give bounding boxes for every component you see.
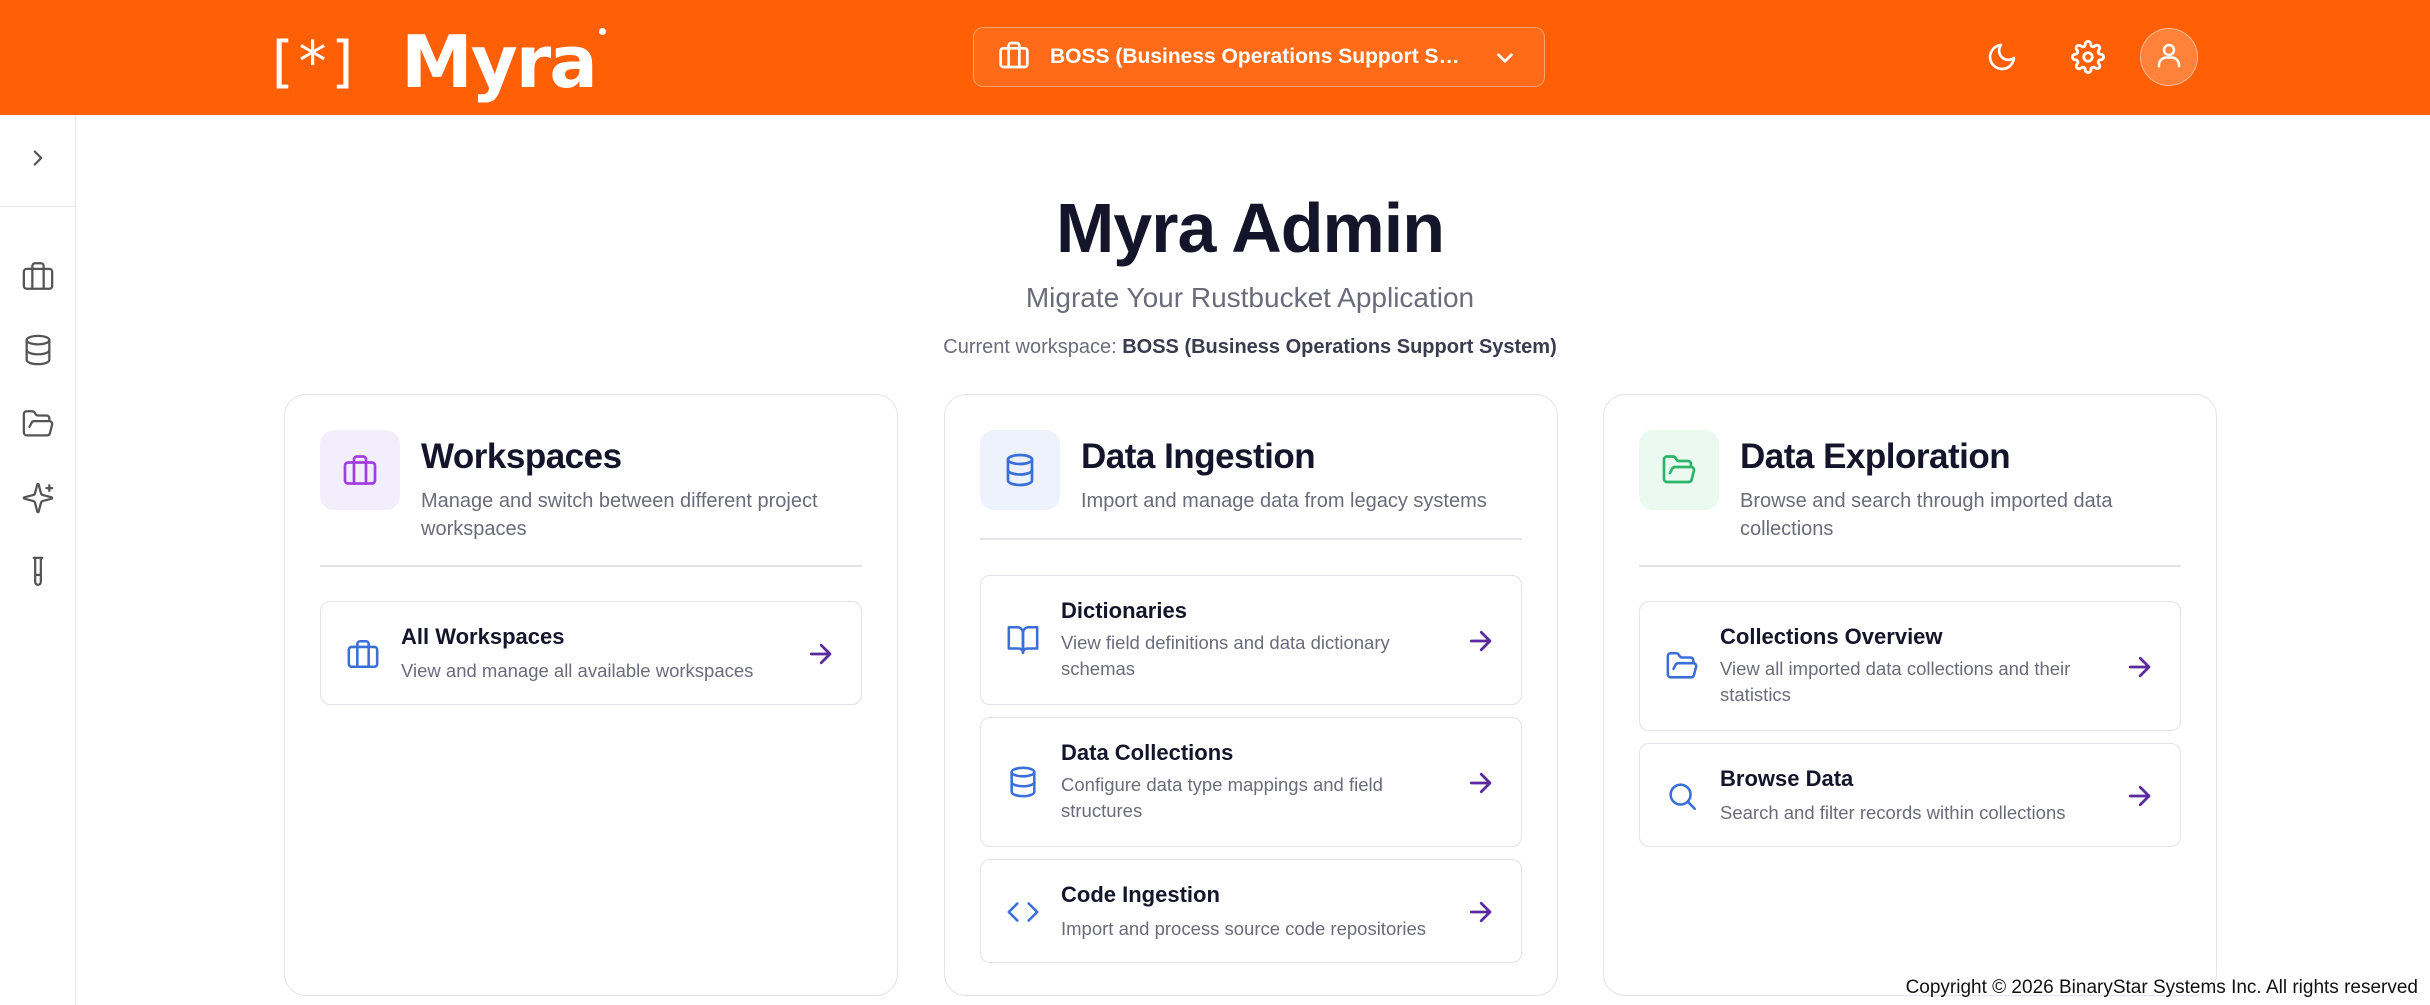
arrow-right-icon (1463, 895, 1497, 929)
briefcase-icon (320, 430, 400, 510)
collections-overview-link[interactable]: Collections Overview View all imported d… (1639, 601, 2181, 731)
data-collections-link[interactable]: Data Collections Configure data type map… (980, 717, 1522, 847)
page-subtitle: Migrate Your Rustbucket Application (1025, 282, 1475, 313)
item-description: Import and process source code repositor… (1061, 918, 1427, 939)
moon-icon[interactable] (1982, 37, 2022, 77)
code-ingestion-link[interactable]: Code Ingestion Import and process source… (980, 859, 1522, 963)
logo-mark: [*] (264, 29, 361, 95)
chevron-right-icon (25, 145, 51, 176)
briefcase-icon (998, 39, 1030, 76)
item-description: Search and filter records within collect… (1720, 802, 2066, 823)
divider (1639, 565, 2181, 567)
browse-data-link[interactable]: Browse Data Search and filter records wi… (1639, 743, 2181, 847)
divider (980, 538, 1522, 540)
book-open-icon (1003, 620, 1043, 660)
dictionaries-link[interactable]: Dictionaries View field definitions and … (980, 575, 1522, 705)
item-description: View all imported data collections and t… (1720, 658, 2071, 705)
logo-dot (598, 28, 606, 35)
divider (320, 565, 862, 567)
user-icon (2154, 40, 2184, 75)
arrow-right-icon (1463, 766, 1497, 800)
arrow-right-icon (1463, 624, 1497, 658)
code-icon (1003, 892, 1043, 932)
item-title: Browse Data (1720, 766, 1854, 791)
footer-copyright: Copyright © 2026 BinaryStar Systems Inc.… (1905, 977, 2418, 998)
card-title: Data Exploration (1740, 437, 2011, 476)
sidebar-item-ai[interactable] (13, 475, 63, 525)
item-description: View field definitions and data dictiona… (1061, 632, 1390, 679)
current-workspace-value: BOSS (Business Operations Support System… (1122, 336, 1557, 358)
data-exploration-card: Data Exploration Browse and search throu… (1603, 394, 2217, 996)
folder-open-icon (21, 407, 55, 446)
workspace-selector[interactable]: BOSS (Business Operations Support Syst..… (973, 27, 1545, 87)
gear-icon[interactable] (2068, 37, 2108, 77)
app-header: [*] Myra BOSS (Business Operations Suppo… (0, 0, 2430, 115)
folder-open-icon (1662, 646, 1702, 686)
item-title: All Workspaces (401, 624, 565, 649)
sidebar-item-testing[interactable] (13, 549, 63, 599)
data-ingestion-card: Data Ingestion Import and manage data fr… (944, 394, 1558, 996)
item-description: View and manage all available workspaces (401, 660, 754, 681)
sparkles-icon (21, 481, 55, 520)
briefcase-icon (343, 634, 383, 674)
item-description: Configure data type mappings and field s… (1061, 774, 1383, 821)
item-title: Code Ingestion (1061, 882, 1220, 907)
workspace-selector-label: BOSS (Business Operations Support Syst..… (1050, 45, 1470, 68)
current-workspace-label: Current workspace: (943, 336, 1117, 358)
card-title: Workspaces (421, 437, 622, 476)
current-workspace: Current workspace: BOSS (Business Operat… (0, 336, 2430, 359)
arrow-right-icon (2122, 779, 2156, 813)
card-description: Manage and switch between different proj… (421, 490, 818, 540)
user-avatar-button[interactable] (2140, 28, 2198, 86)
search-icon (1662, 776, 1702, 816)
app-logo[interactable]: [*] Myra (264, 20, 606, 104)
all-workspaces-link[interactable]: All Workspaces View and manage all avail… (320, 601, 862, 705)
card-description: Import and manage data from legacy syste… (1081, 490, 1487, 512)
folder-open-icon (1639, 430, 1719, 510)
workspaces-card: Workspaces Manage and switch between dif… (284, 394, 898, 996)
item-title: Data Collections (1061, 740, 1234, 765)
database-icon (980, 430, 1060, 510)
sidebar-item-data-exploration[interactable] (13, 401, 63, 451)
card-title: Data Ingestion (1081, 437, 1316, 476)
arrow-right-icon (803, 637, 837, 671)
test-tube-icon (21, 555, 55, 594)
page-title: Myra Admin (1055, 189, 1445, 267)
card-description: Browse and search through imported data … (1740, 490, 2113, 540)
logo-text: Myra (401, 20, 598, 104)
arrow-right-icon (2122, 650, 2156, 684)
item-title: Collections Overview (1720, 624, 1943, 649)
item-title: Dictionaries (1061, 598, 1187, 623)
database-icon (1003, 762, 1043, 802)
chevron-down-icon (1492, 45, 1518, 76)
